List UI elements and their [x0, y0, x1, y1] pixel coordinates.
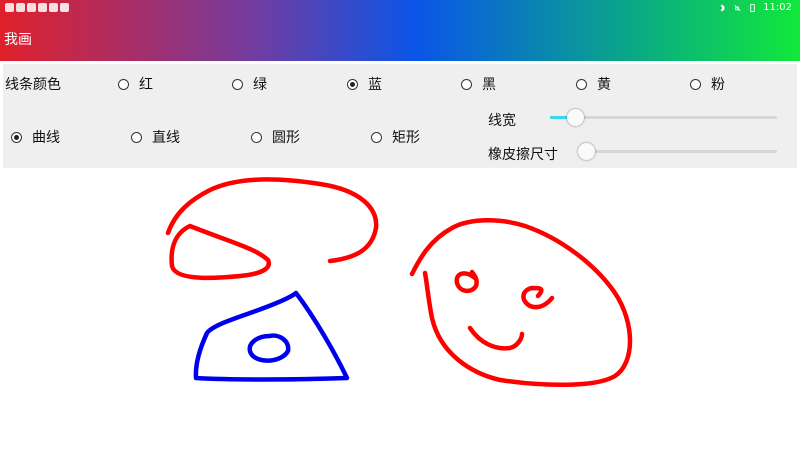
- status-bar: 11:02: [0, 0, 800, 17]
- radio-circle: [371, 131, 382, 143]
- shape-radio-curve[interactable]: 曲线: [11, 127, 60, 147]
- radio-label: 曲线: [32, 130, 60, 146]
- drawing-stroke: [467, 325, 525, 351]
- drawing-stroke: [521, 285, 555, 310]
- line-width-label: 线宽: [488, 113, 516, 129]
- color-radio-green[interactable]: 绿: [232, 74, 267, 94]
- line-color-label: 线条颜色: [5, 77, 61, 93]
- shape-radio-line[interactable]: 直线: [131, 127, 180, 147]
- wifi-icon: [5, 3, 14, 12]
- radio-circle: [131, 131, 142, 143]
- bluetooth-icon: [720, 3, 726, 12]
- drawing-stroke: [165, 177, 379, 281]
- radio-circle: [251, 131, 262, 143]
- color-radio-pink[interactable]: 粉: [690, 74, 725, 94]
- app-title: 我画: [4, 32, 32, 48]
- radio-circle: [118, 78, 129, 90]
- color-radio-yellow[interactable]: 黄: [576, 74, 611, 94]
- drawing-canvas[interactable]: [0, 168, 800, 450]
- radio-label: 粉: [711, 77, 725, 93]
- eraser-size-label: 橡皮擦尺寸: [488, 147, 558, 163]
- control-panel: 线条颜色 红 绿 蓝 黑 黄 粉 曲线 直线 圆形 矩形 线宽 橡皮擦尺寸: [3, 64, 797, 168]
- battery-icon: [750, 3, 755, 12]
- notification-icons: [5, 3, 69, 12]
- radio-label: 矩形: [392, 130, 420, 146]
- color-radio-blue[interactable]: 蓝: [347, 74, 382, 94]
- radio-circle: [461, 78, 472, 90]
- radio-label: 黑: [482, 77, 496, 93]
- notification-icon: [27, 3, 36, 12]
- eraser-size-slider[interactable]: [578, 143, 777, 160]
- line-width-slider[interactable]: [550, 109, 777, 126]
- radio-label: 圆形: [272, 130, 300, 146]
- notification-icon: [16, 3, 25, 12]
- drawing-stroke: [454, 269, 479, 294]
- radio-label: 黄: [597, 77, 611, 93]
- shape-radio-circle[interactable]: 圆形: [251, 127, 300, 147]
- notification-icon: [38, 3, 47, 12]
- radio-circle: [11, 131, 22, 143]
- drawing-stroke: [247, 333, 291, 363]
- radio-circle: [347, 78, 358, 90]
- radio-circle: [576, 78, 587, 90]
- radio-label: 红: [139, 77, 153, 93]
- slider-thumb[interactable]: [578, 143, 595, 160]
- color-radio-black[interactable]: 黑: [461, 74, 496, 94]
- notification-icon: [49, 3, 58, 12]
- status-time: 11:02: [763, 2, 792, 13]
- radio-label: 直线: [152, 130, 180, 146]
- slider-thumb[interactable]: [566, 109, 584, 126]
- radio-circle: [232, 78, 243, 90]
- app-bar: 我画: [0, 17, 800, 61]
- radio-label: 绿: [253, 77, 267, 93]
- color-radio-red[interactable]: 红: [118, 74, 153, 94]
- radio-label: 蓝: [368, 77, 382, 93]
- shape-radio-rect[interactable]: 矩形: [371, 127, 420, 147]
- drawing-stroke: [409, 218, 633, 388]
- mute-icon: [734, 4, 741, 11]
- radio-circle: [690, 78, 701, 90]
- status-right: 11:02: [718, 2, 792, 13]
- notification-icon: [60, 3, 69, 12]
